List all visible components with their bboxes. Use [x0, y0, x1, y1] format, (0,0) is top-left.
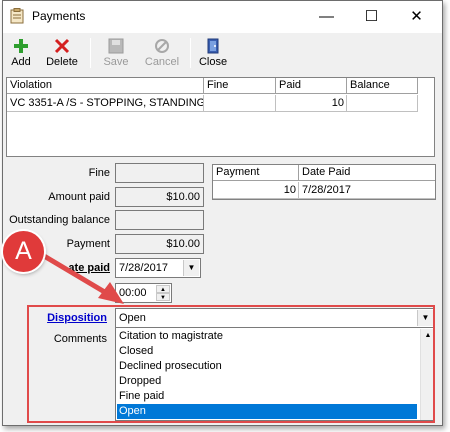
close-window-button[interactable]: ✕ — [394, 1, 439, 32]
table-cell-fine[interactable] — [204, 95, 276, 112]
minimize-button[interactable]: — — [304, 1, 349, 32]
close-label: Close — [198, 56, 228, 68]
fine-label: Fine — [88, 167, 110, 179]
delete-x-icon — [54, 38, 70, 54]
amount-paid-label: Amount paid — [48, 191, 110, 203]
toolbar-separator — [90, 38, 91, 68]
close-button[interactable]: Close — [196, 36, 230, 70]
maximize-button[interactable]: ☐ — [349, 1, 394, 32]
outstanding-balance-label: Outstanding balance — [9, 214, 110, 226]
save-label: Save — [103, 56, 129, 68]
table-cell-date-paid[interactable]: 7/28/2017 — [299, 182, 435, 199]
cancel-icon — [155, 39, 169, 53]
column-header-payment[interactable]: Payment — [213, 165, 299, 181]
spin-up-icon[interactable]: ▲ — [156, 285, 170, 293]
delete-button[interactable]: Delete — [42, 36, 82, 70]
plus-icon — [14, 39, 28, 53]
fine-field — [115, 163, 204, 183]
callout-badge-a: A — [3, 231, 44, 272]
table-cell-balance[interactable] — [347, 95, 418, 112]
payments-app-icon — [10, 8, 24, 24]
table-cell-payment[interactable]: 10 — [213, 182, 299, 199]
column-header-violation[interactable]: Violation — [7, 78, 204, 94]
column-header-fine[interactable]: Fine — [204, 78, 276, 94]
toolbar-separator — [190, 38, 191, 68]
column-header-paid[interactable]: Paid — [276, 78, 347, 94]
table-cell-paid[interactable]: 10 — [276, 95, 347, 112]
save-button[interactable]: Save — [98, 36, 134, 70]
column-header-date-paid[interactable]: Date Paid — [299, 165, 435, 181]
chevron-down-icon[interactable]: ▼ — [183, 260, 199, 276]
delete-label: Delete — [46, 56, 78, 68]
exit-door-icon — [207, 38, 219, 54]
annotation-highlight-box — [27, 305, 435, 423]
add-label: Add — [11, 56, 31, 68]
violations-grid[interactable]: Violation Fine Paid Balance VC 3351-A /S… — [6, 77, 435, 157]
outstanding-balance-field — [115, 210, 204, 230]
table-cell-violation[interactable]: VC 3351-A /S - STOPPING, STANDING — [7, 95, 204, 112]
payments-grid[interactable]: Payment Date Paid 10 7/28/2017 — [212, 164, 436, 200]
payment-field: $10.00 — [115, 234, 204, 254]
add-button[interactable]: Add — [6, 36, 36, 70]
cancel-label: Cancel — [144, 56, 180, 68]
spin-down-icon[interactable]: ▼ — [156, 293, 170, 301]
amount-paid-field: $10.00 — [115, 187, 204, 207]
save-disk-icon — [108, 38, 124, 54]
window-title: Payments — [32, 9, 86, 23]
cancel-button[interactable]: Cancel — [140, 36, 184, 70]
column-header-balance[interactable]: Balance — [347, 78, 418, 94]
